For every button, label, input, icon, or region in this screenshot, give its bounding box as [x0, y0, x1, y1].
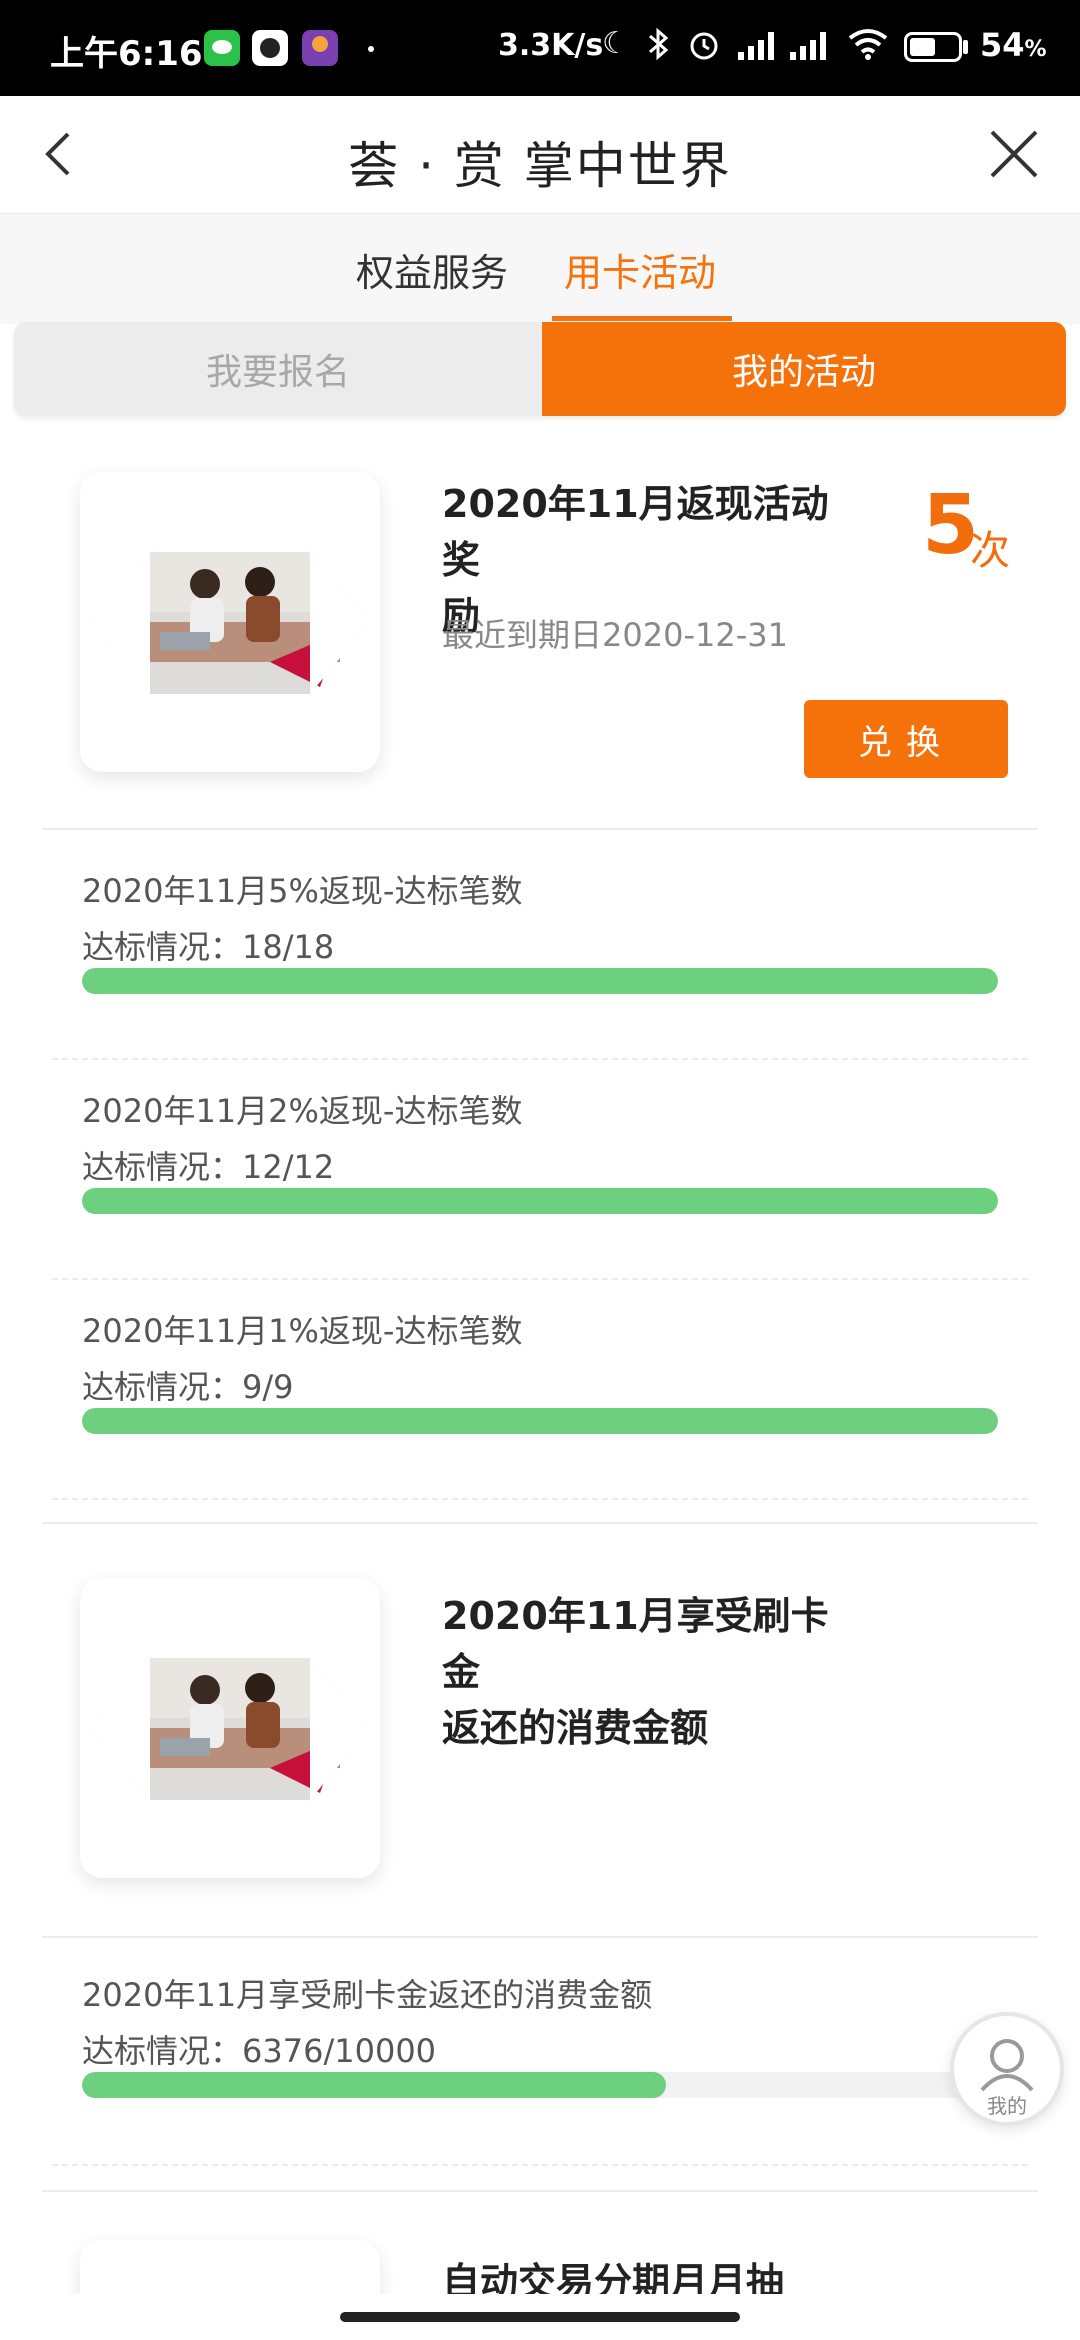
task-status: 达标情况：9/9 [82, 1368, 294, 1406]
cell-signal-icon [736, 30, 780, 70]
task-progress-fill [82, 968, 998, 994]
page-title: 荟 · 赏 掌中世界 [348, 137, 732, 195]
game-notification-icon [302, 30, 338, 66]
active-tab-indicator [552, 316, 732, 321]
status-time: 上午6:16 [50, 34, 203, 74]
activity-image [80, 472, 380, 772]
do-not-disturb-icon: ☾ [602, 26, 629, 61]
task-name: 2020年11月1%返现-达标笔数 [82, 1312, 523, 1350]
section-divider [42, 1522, 1038, 1524]
task-progress-track [82, 2072, 998, 2098]
battery-level [910, 38, 935, 56]
task-status: 达标情况：18/18 [82, 928, 335, 966]
home-indicator[interactable] [340, 2312, 740, 2322]
close-button[interactable] [984, 124, 1044, 184]
activity-photo-icon [90, 1658, 370, 1800]
my-floating-button[interactable]: 我的 [950, 2012, 1064, 2126]
task-progress-fill [82, 2072, 667, 2098]
segment-signup[interactable]: 我要报名 [14, 322, 542, 416]
activity-image [80, 1578, 380, 1878]
activity-title-line1: 2020年11月返现活动奖 [442, 482, 829, 582]
task-progress-track [82, 1188, 998, 1214]
segment-my-activities[interactable]: 我的活动 [542, 322, 1066, 416]
task-separator [52, 1278, 1028, 1280]
activity-title-line2: 返还的消费金额 [442, 1706, 709, 1750]
task-name: 2020年11月享受刷卡金返还的消费金额 [82, 1976, 653, 2014]
alarm-icon [686, 26, 722, 70]
section-divider [42, 1936, 1038, 1938]
battery-icon [904, 32, 962, 62]
more-notifications-icon [368, 46, 374, 52]
battery-percent: 54% [980, 26, 1047, 64]
activity-title: 2020年11月享受刷卡金 返还的消费金额 [442, 1588, 862, 1756]
task-progress-track [82, 1408, 998, 1434]
task-separator [52, 2164, 1028, 2166]
cell-signal-hd-icon [788, 30, 836, 70]
battery-tip [963, 40, 968, 54]
activity-segment-control: 我要报名 我的活动 [14, 322, 1066, 416]
activity-title-line1: 2020年11月享受刷卡金 [442, 1594, 829, 1694]
redeem-button[interactable]: 兑换 [804, 700, 1008, 778]
bluetooth-icon [646, 26, 672, 70]
section-divider [42, 828, 1038, 830]
reward-count-unit: 次 [970, 528, 1010, 574]
activity-photo-icon [90, 552, 370, 694]
close-icon [990, 130, 1038, 178]
status-bar: 上午6:16 3.3K/s ☾ 54% [0, 0, 1080, 96]
activity-expiry: 最近到期日2020-12-31 [442, 616, 788, 654]
task-progress-track [82, 968, 998, 994]
task-status: 达标情况：6376/10000 [82, 2032, 437, 2070]
tab-card-activities[interactable]: 用卡活动 [564, 242, 716, 297]
tab-bar: 权益服务 用卡活动 [0, 214, 1080, 324]
task-progress-fill [82, 1408, 998, 1434]
network-speed: 3.3K/s [498, 28, 604, 63]
wifi-icon [846, 26, 890, 70]
wechat-notification-icon [204, 30, 240, 66]
app-header: 荟 · 赏 掌中世界 [0, 96, 1080, 214]
task-name: 2020年11月5%返现-达标笔数 [82, 872, 523, 910]
task-name: 2020年11月2%返现-达标笔数 [82, 1092, 523, 1130]
task-separator [52, 1058, 1028, 1060]
tab-benefits[interactable]: 权益服务 [356, 242, 508, 297]
section-divider [42, 2190, 1038, 2192]
app-notification-icon [252, 30, 288, 66]
my-floating-button-label: 我的 [987, 2094, 1027, 2118]
task-status: 达标情况：12/12 [82, 1148, 335, 1186]
task-separator [52, 1498, 1028, 1500]
task-progress-fill [82, 1188, 998, 1214]
